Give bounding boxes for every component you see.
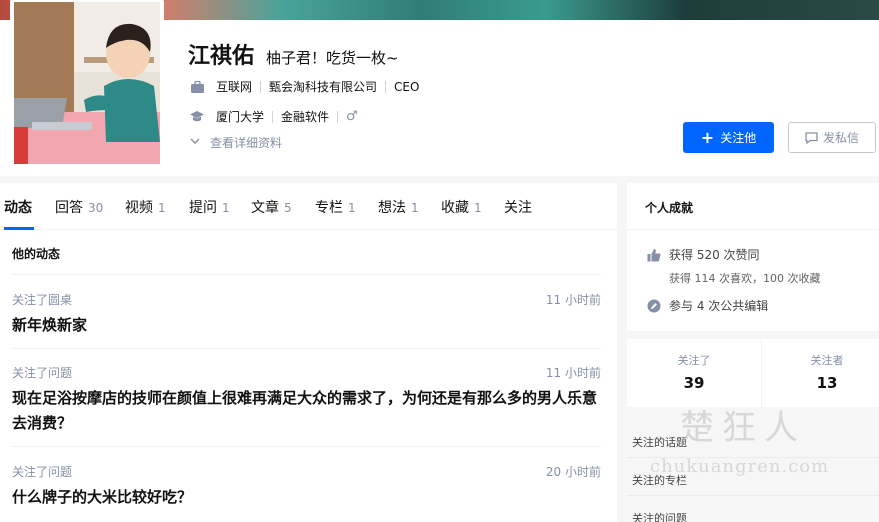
divider <box>12 446 601 447</box>
tab-label: 视频 <box>125 200 153 216</box>
tab-answers[interactable]: 回答 30 <box>55 197 103 217</box>
follow-button[interactable]: + 关注他 <box>683 122 774 153</box>
tab-count: 30 <box>88 201 104 215</box>
feed-item-title[interactable]: 什么牌子的大米比较好吃？ <box>12 485 602 510</box>
message-button[interactable]: 发私信 <box>788 122 876 153</box>
divider <box>337 110 339 123</box>
link-label: 关注的问题 <box>632 512 687 522</box>
feed-time: 11 小时前 <box>545 293 601 307</box>
view-details-link[interactable]: 查看详细资料 <box>190 134 282 151</box>
tab-columns[interactable]: 专栏 1 <box>315 197 356 217</box>
major-text: 金融软件 <box>281 110 330 124</box>
avatar-photo <box>14 2 160 164</box>
tab-label: 想法 <box>378 200 406 216</box>
tab-activity[interactable]: 动态 <box>4 197 32 217</box>
tab-count: 1 <box>222 201 230 215</box>
avatar[interactable] <box>10 0 164 168</box>
tab-label: 专栏 <box>315 200 343 216</box>
school-text: 厦门大学 <box>216 110 265 124</box>
divider <box>12 348 601 349</box>
name-row: 江祺佑 柚子君！吃货一枚~ <box>188 38 399 70</box>
tab-following[interactable]: 关注 <box>504 197 532 217</box>
tab-collections[interactable]: 收藏 1 <box>441 197 482 217</box>
user-name: 江祺佑 <box>188 44 255 69</box>
likes-row: 获得 520 次赞同 <box>647 246 760 263</box>
tab-count: 1 <box>411 201 419 215</box>
tab-count: 1 <box>348 201 356 215</box>
followed-questions-link[interactable]: 关注的问题 <box>627 496 879 522</box>
briefcase-icon <box>190 80 204 94</box>
employment-row: 互联网 甄会淘科技有限公司 CEO <box>190 78 419 95</box>
link-label: 关注的话题 <box>632 436 687 449</box>
feed-action[interactable]: 关注了问题 <box>12 463 72 480</box>
male-icon: ♂ <box>346 109 358 124</box>
company-text: 甄会淘科技有限公司 <box>269 80 378 94</box>
feed-time: 20 小时前 <box>545 465 601 479</box>
tab-label: 文章 <box>251 200 279 216</box>
tab-count: 1 <box>474 201 482 215</box>
followers-label: 关注者 <box>810 354 844 367</box>
chat-bubble-icon <box>805 131 818 144</box>
user-headline: 柚子君！吃货一枚~ <box>266 49 399 67</box>
divider <box>260 80 262 93</box>
thumbs-up-icon <box>647 248 661 262</box>
feed-time: 11 小时前 <box>545 366 601 380</box>
followed-topics-link[interactable]: 关注的话题 <box>627 420 879 458</box>
industry-text: 互联网 <box>216 80 253 94</box>
education-row: 厦门大学 金融软件 ♂ <box>190 108 358 125</box>
tab-count: 1 <box>158 201 166 215</box>
divider <box>385 80 387 93</box>
section-title: 他的动态 <box>12 247 61 261</box>
following-label: 关注了 <box>677 354 711 367</box>
tab-label: 关注 <box>504 200 532 216</box>
feed-action[interactable]: 关注了圆桌 <box>12 291 72 308</box>
divider <box>761 339 762 407</box>
followers-count: 13 <box>816 374 838 392</box>
following-count: 39 <box>683 374 705 392</box>
achievements-title: 个人成就 <box>645 201 694 215</box>
edits-text: 参与 4 次公共编辑 <box>669 299 769 313</box>
active-tab-indicator <box>4 227 34 230</box>
tab-label: 提问 <box>189 200 217 216</box>
profile-header: 江祺佑 柚子君！吃货一枚~ 互联网 甄会淘科技有限公司 CEO 厦门大学 金融软… <box>0 0 879 176</box>
feed-item-title[interactable]: 新年焕新家 <box>12 313 602 338</box>
feed-action[interactable]: 关注了问题 <box>12 364 72 381</box>
activity-card: 动态 回答 30 视频 1 提问 1 文章 5 专栏 1 想法 1 收藏 1 关注 他的动态 … <box>0 183 617 522</box>
edit-icon <box>647 299 661 313</box>
position-text: CEO <box>394 79 420 94</box>
tab-videos[interactable]: 视频 1 <box>125 197 166 217</box>
graduation-cap-icon <box>190 110 204 124</box>
tab-questions[interactable]: 提问 1 <box>189 197 230 217</box>
followers-stat[interactable]: 关注者 13 <box>764 339 879 407</box>
tab-thoughts[interactable]: 想法 1 <box>378 197 419 217</box>
tab-count: 5 <box>284 201 292 215</box>
tab-label: 收藏 <box>441 200 469 216</box>
follow-button-label: 关注他 <box>720 131 757 145</box>
likes-text: 获得 520 次赞同 <box>669 248 760 262</box>
divider <box>627 229 879 230</box>
followed-columns-link[interactable]: 关注的专栏 <box>627 458 879 496</box>
tab-articles[interactable]: 文章 5 <box>251 197 292 217</box>
divider <box>12 274 601 275</box>
follow-stats-card: 关注了 39 关注者 13 <box>627 339 879 407</box>
chevron-down-icon <box>190 137 200 148</box>
divider <box>272 110 274 123</box>
tab-label: 回答 <box>55 200 83 216</box>
message-button-label: 发私信 <box>822 131 859 145</box>
link-label: 关注的专栏 <box>632 474 687 487</box>
tab-label: 动态 <box>4 200 32 216</box>
likes-subtext: 获得 114 次喜欢，100 次收藏 <box>669 272 821 285</box>
edits-row: 参与 4 次公共编辑 <box>647 297 768 314</box>
achievements-card: 个人成就 获得 520 次赞同 获得 114 次喜欢，100 次收藏 参与 4 … <box>627 183 879 331</box>
view-details-label: 查看详细资料 <box>210 136 283 150</box>
plus-icon: + <box>700 127 715 147</box>
feed-item-title[interactable]: 现在足浴按摩店的技师在颜值上很难再满足大众的需求了，为何还是有那么多的男人乐意去… <box>12 386 602 436</box>
following-stat[interactable]: 关注了 39 <box>631 339 757 407</box>
profile-tabs: 动态 回答 30 视频 1 提问 1 文章 5 专栏 1 想法 1 收藏 1 关注 <box>0 183 617 230</box>
